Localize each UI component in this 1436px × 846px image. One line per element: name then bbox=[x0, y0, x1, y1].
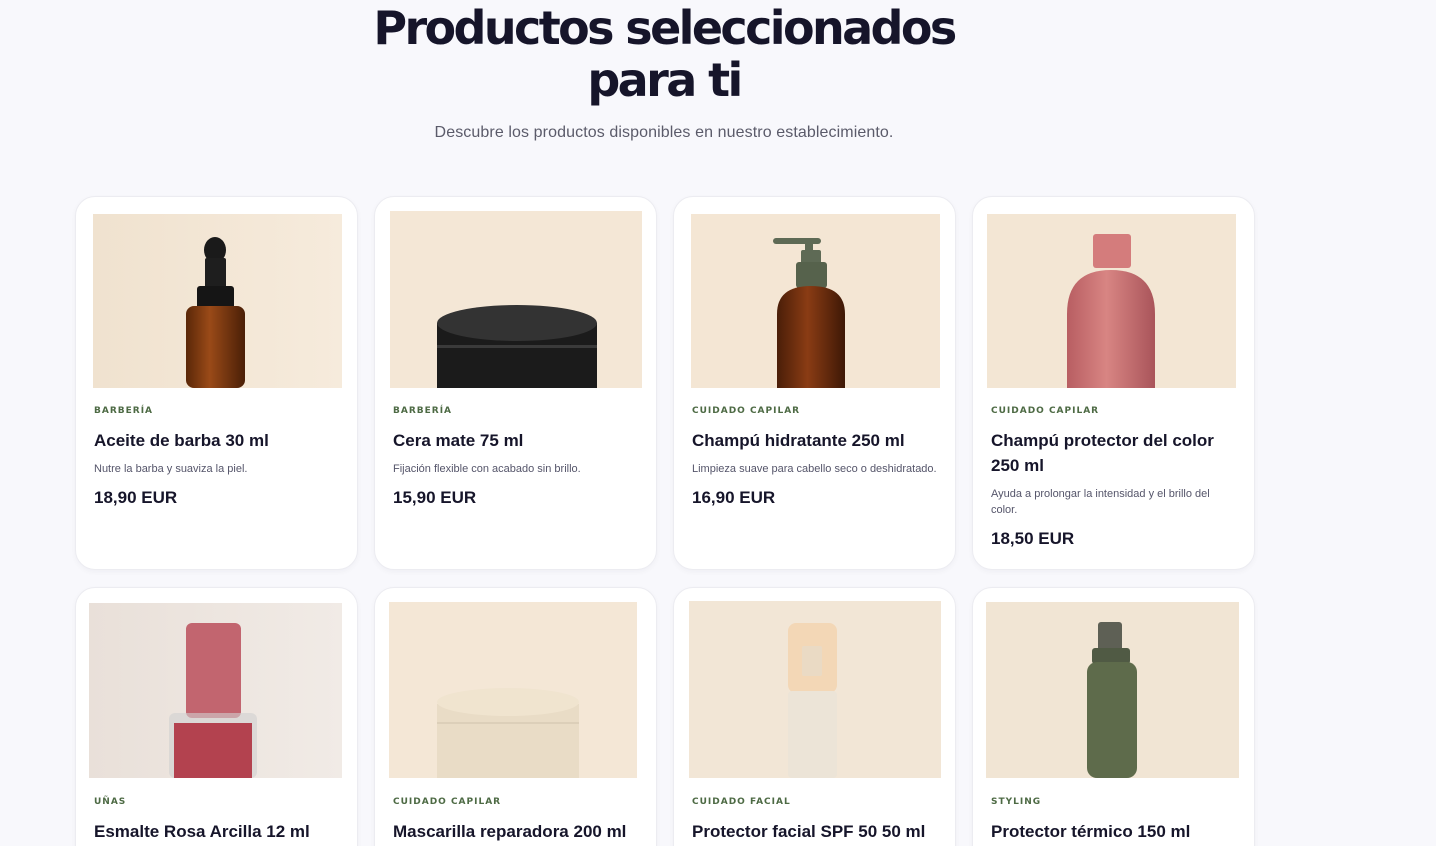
product-description: Fijación flexible con acabado sin brillo… bbox=[393, 463, 581, 475]
product-card[interactable]: CUIDADO FACIAL Protector facial SPF 50 5… bbox=[673, 587, 956, 846]
product-name: Mascarilla reparadora 200 ml bbox=[393, 822, 627, 841]
product-name: Cera mate 75 ml bbox=[393, 431, 524, 450]
product-card[interactable]: CUIDADO CAPILAR Mascarilla reparadora 20… bbox=[374, 587, 657, 846]
product-description: Ayuda a prolongar la intensidad y el bri… bbox=[991, 488, 1210, 516]
product-category: BARBERÍA bbox=[94, 406, 154, 416]
product-card[interactable]: CUIDADO CAPILAR Champú protector del col… bbox=[972, 196, 1255, 570]
airless-pump-icon bbox=[689, 601, 941, 778]
spray-bottle-icon bbox=[986, 602, 1239, 778]
product-card[interactable]: UÑAS Esmalte Rosa Arcilla 12 ml bbox=[75, 587, 358, 846]
nail-polish-icon bbox=[89, 603, 342, 778]
title-line-1: Productos seleccionados bbox=[373, 1, 957, 55]
product-price: 18,50 EUR bbox=[991, 529, 1075, 548]
product-category: CUIDADO CAPILAR bbox=[991, 406, 1100, 416]
dropper-bottle-icon bbox=[93, 214, 342, 388]
page-subtitle: Descubre los productos disponibles en nu… bbox=[434, 124, 894, 141]
product-card[interactable]: BARBERÍA Aceite de barba 30 ml Nutre la … bbox=[75, 196, 358, 570]
product-price: 16,90 EUR bbox=[692, 488, 776, 507]
product-catalog-page: Productos seleccionados para ti Descubre… bbox=[0, 0, 1436, 846]
product-name: Champú protector del color 250 ml bbox=[991, 431, 1214, 475]
product-name: Aceite de barba 30 ml bbox=[94, 431, 269, 450]
product-category: CUIDADO FACIAL bbox=[692, 797, 791, 807]
product-name: Esmalte Rosa Arcilla 12 ml bbox=[94, 822, 310, 841]
product-name: Champú hidratante 250 ml bbox=[692, 431, 905, 450]
title-line-2: para ti bbox=[587, 53, 743, 107]
pump-bottle-icon bbox=[691, 214, 940, 388]
product-category: CUIDADO CAPILAR bbox=[393, 797, 502, 807]
product-category: UÑAS bbox=[94, 797, 127, 807]
product-name: Protector facial SPF 50 50 ml bbox=[692, 822, 926, 841]
page-title: Productos seleccionados para ti bbox=[330, 2, 998, 106]
product-description: Limpieza suave para cabello seco o deshi… bbox=[692, 463, 937, 475]
product-name: Protector térmico 150 ml bbox=[991, 822, 1191, 841]
product-description: Nutre la barba y suaviza la piel. bbox=[94, 463, 248, 475]
tin-jar-icon bbox=[390, 211, 642, 388]
flip-cap-bottle-icon bbox=[987, 214, 1236, 388]
product-category: STYLING bbox=[991, 797, 1042, 807]
product-category: CUIDADO CAPILAR bbox=[692, 406, 801, 416]
product-card[interactable]: STYLING Protector térmico 150 ml bbox=[972, 587, 1255, 846]
product-card[interactable]: CUIDADO CAPILAR Champú hidratante 250 ml… bbox=[673, 196, 956, 570]
product-price: 15,90 EUR bbox=[393, 488, 477, 507]
product-category: BARBERÍA bbox=[393, 406, 453, 416]
section-heading: Productos seleccionados para ti Descubre… bbox=[330, 2, 998, 142]
product-card[interactable]: BARBERÍA Cera mate 75 ml Fijación flexib… bbox=[374, 196, 657, 570]
cream-jar-icon bbox=[389, 602, 637, 778]
product-price: 18,90 EUR bbox=[94, 488, 178, 507]
